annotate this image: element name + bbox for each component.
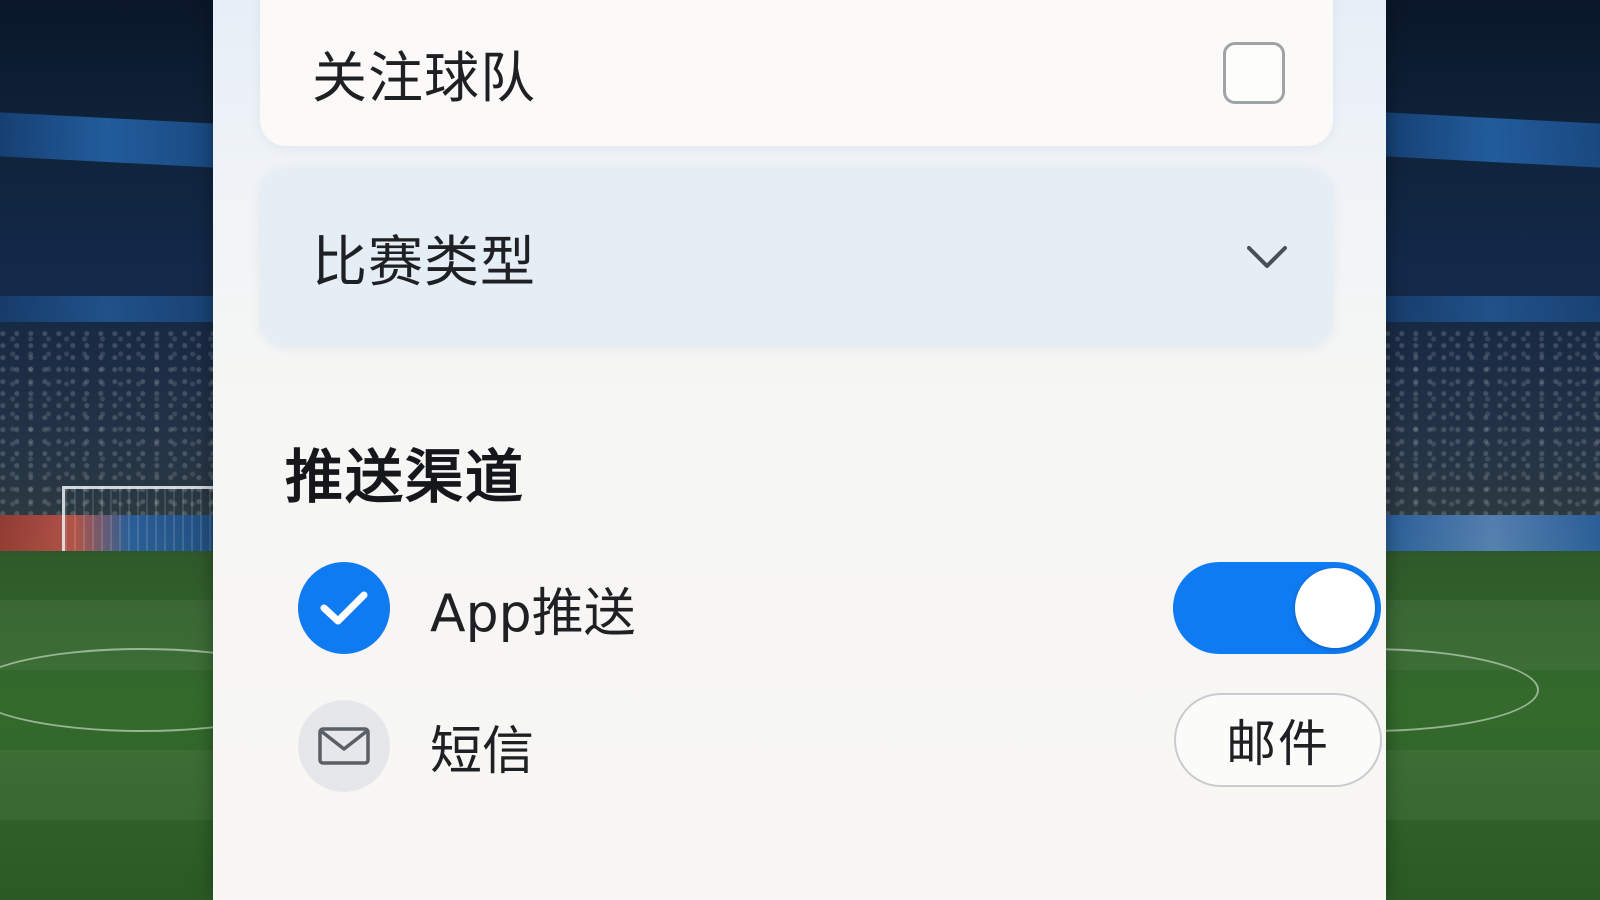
follow-team-row[interactable]: 关注球队 <box>260 0 1333 146</box>
notification-settings-panel: 关注球队 比赛类型 推送渠道 App推送 短信 邮件 <box>213 0 1386 900</box>
app-push-label: App推送 <box>430 583 636 644</box>
app-push-toggle[interactable] <box>1173 562 1381 654</box>
app-push-row: App推送 <box>298 558 1381 658</box>
stadium-banner <box>0 296 215 322</box>
pitch-center-circle <box>0 648 215 732</box>
sms-row: 短信 邮件 <box>298 693 1382 796</box>
toggle-knob <box>1295 568 1375 648</box>
stadium-banner <box>1385 112 1600 168</box>
stadium-background-left <box>0 0 215 900</box>
push-channels-title: 推送渠道 <box>285 443 526 511</box>
advertising-board <box>1385 515 1600 551</box>
goal-net <box>62 486 215 551</box>
pitch-stripe <box>1385 750 1600 820</box>
stadium-banner <box>0 112 215 168</box>
screen: 关注球队 比赛类型 推送渠道 App推送 短信 邮件 <box>0 0 1600 900</box>
follow-team-checkbox[interactable] <box>1223 42 1285 104</box>
follow-team-label: 关注球队 <box>312 46 537 110</box>
stadium-crowd <box>1385 330 1600 515</box>
match-type-dropdown[interactable]: 比赛类型 <box>260 168 1333 346</box>
sms-label: 短信 <box>430 721 535 782</box>
mail-icon[interactable] <box>298 700 390 792</box>
chevron-down-icon[interactable] <box>1245 235 1289 279</box>
check-circle-icon[interactable] <box>298 562 390 654</box>
stadium-banner <box>1385 296 1600 322</box>
stadium-background-right <box>1385 0 1600 900</box>
email-button[interactable]: 邮件 <box>1174 693 1382 787</box>
match-type-label: 比赛类型 <box>312 230 537 294</box>
pitch-stripe <box>0 750 215 820</box>
